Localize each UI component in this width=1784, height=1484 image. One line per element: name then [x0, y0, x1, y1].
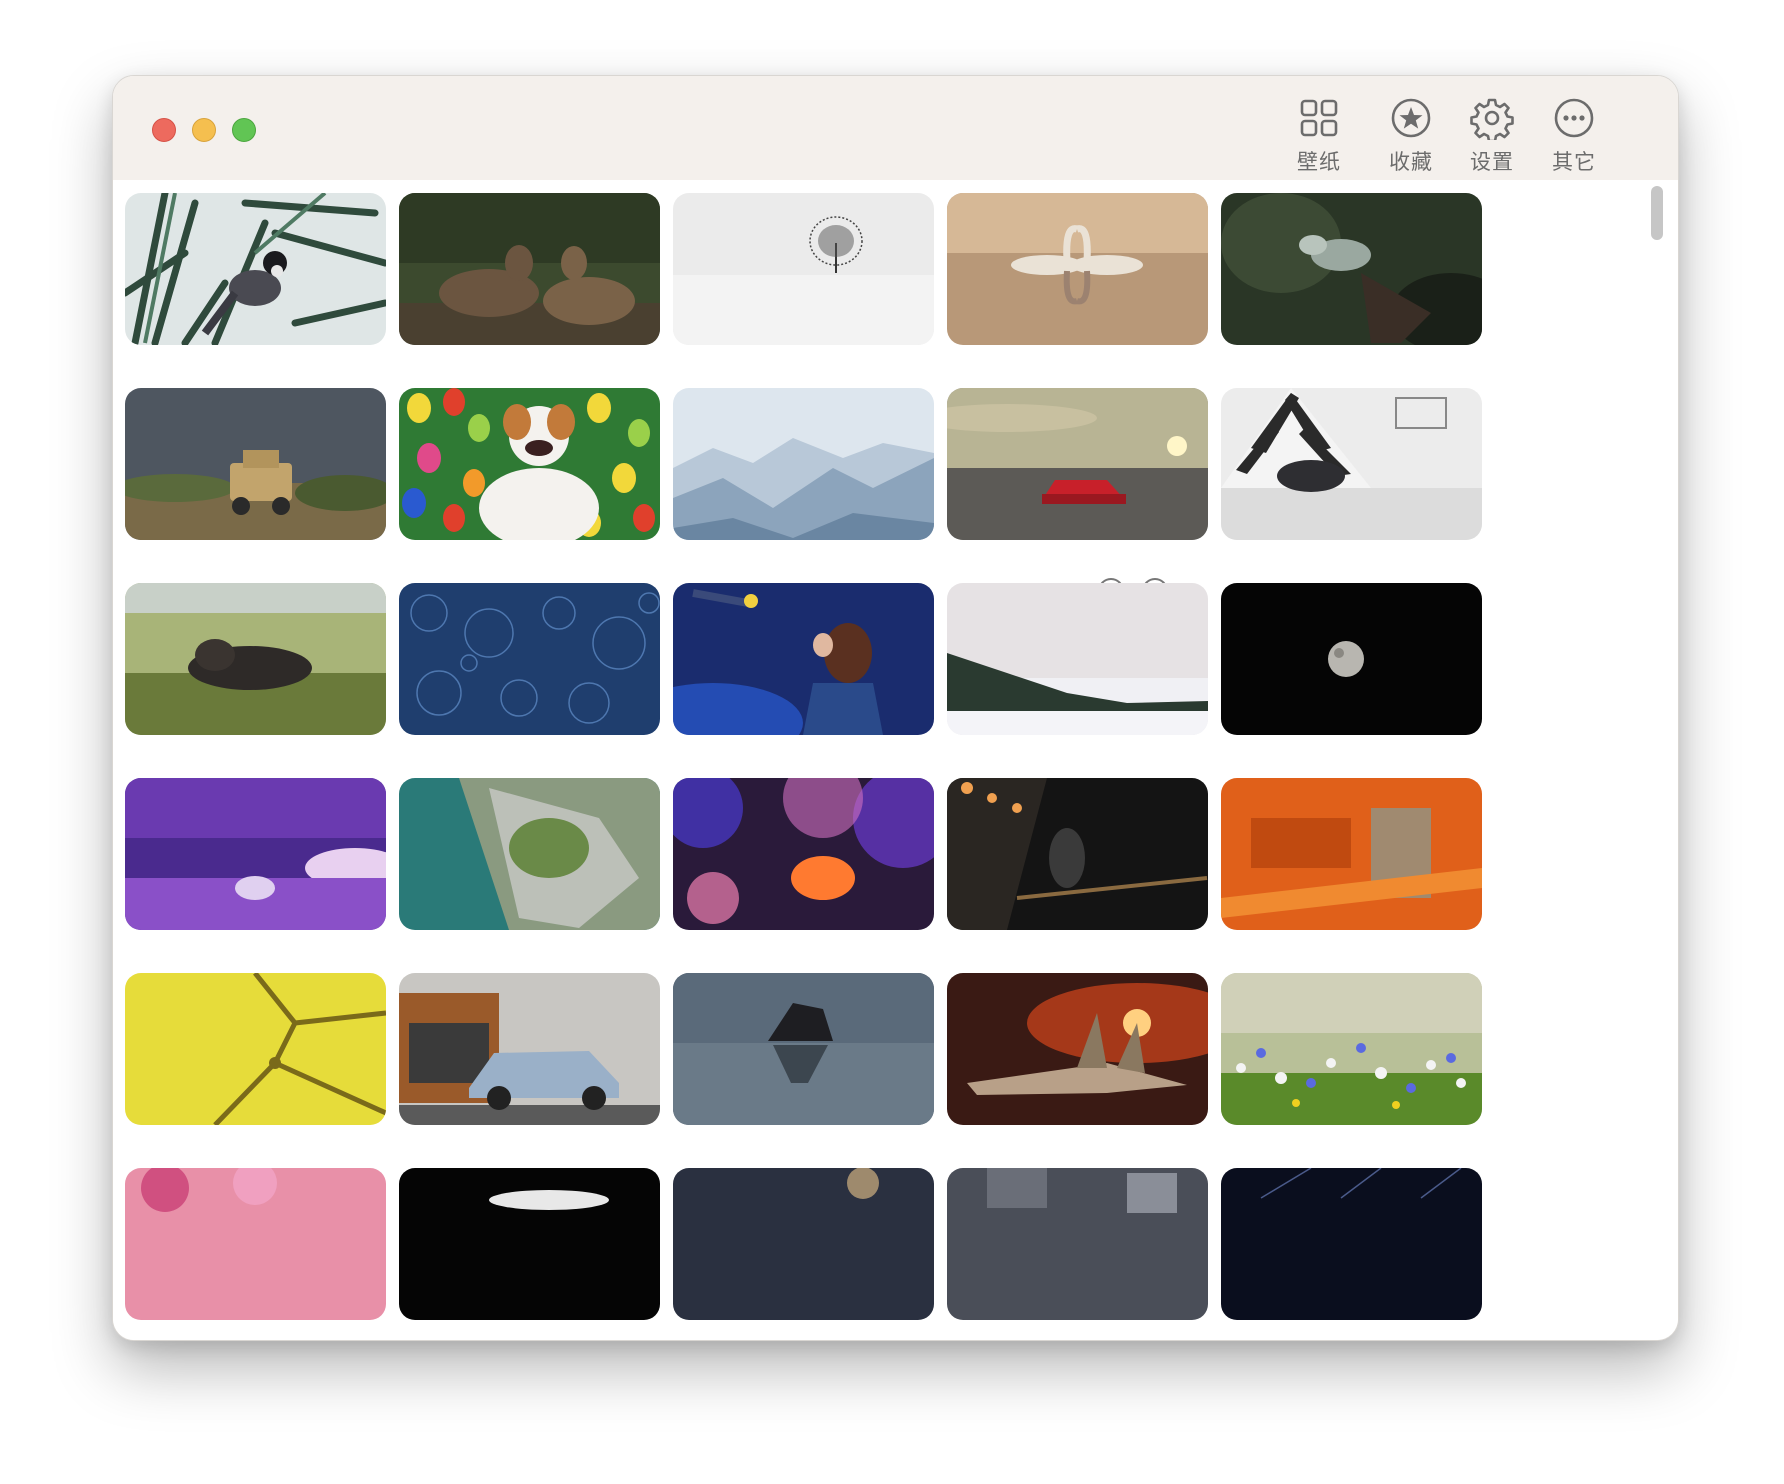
zoom-window-button[interactable] — [232, 118, 256, 142]
favorites-tab-label: 收藏 — [1389, 150, 1433, 174]
rock-photo — [673, 973, 934, 1125]
vehicle-photo — [125, 388, 386, 540]
moon-photo — [1221, 583, 1482, 735]
wallpaper-thumbnail[interactable] — [673, 193, 934, 345]
star-circle-icon — [1391, 98, 1431, 138]
wallpaper-thumbnail[interactable] — [947, 388, 1208, 540]
wallpaper-thumbnail[interactable] — [947, 973, 1208, 1125]
wallpaper-tab-button[interactable]: 壁纸 — [1281, 96, 1357, 176]
wallpaper-tab-label: 壁纸 — [1297, 150, 1341, 174]
wallpaper-thumbnail[interactable] — [1221, 583, 1482, 735]
wallpaper-thumbnail[interactable] — [125, 583, 386, 735]
tree-photo — [673, 193, 934, 345]
wallpaper-thumbnail[interactable] — [673, 583, 934, 735]
wallpaper-thumbnail[interactable] — [125, 973, 386, 1125]
coast-photo — [399, 778, 660, 930]
wallpaper-thumbnail[interactable] — [947, 1168, 1208, 1320]
wallpaper-thumbnail[interactable] — [399, 973, 660, 1125]
settings-tab-label: 设置 — [1470, 150, 1514, 174]
wallpaper-thumbnail[interactable] — [399, 388, 660, 540]
wallpaper-grid — [113, 180, 1678, 1340]
settings-tab-button[interactable]: 设置 — [1454, 96, 1530, 176]
jet-photo — [947, 973, 1208, 1125]
blur-photo — [673, 1168, 934, 1320]
grid-icon — [1300, 99, 1338, 137]
app-window: 壁纸 收藏 设置 其它 — [112, 75, 1679, 1341]
wallpaper-thumbnail[interactable] — [673, 973, 934, 1125]
title-bar: 壁纸 收藏 设置 其它 — [113, 76, 1678, 180]
wallpaper-thumbnail[interactable] — [399, 1168, 660, 1320]
wallpaper-thumbnail[interactable] — [125, 388, 386, 540]
other-tab-button[interactable]: 其它 — [1536, 96, 1612, 176]
scrollbar[interactable] — [1648, 184, 1664, 1336]
wallpaper-thumbnail[interactable] — [399, 778, 660, 930]
wallpaper-thumbnail[interactable] — [673, 388, 934, 540]
wallpaper-thumbnail[interactable] — [947, 778, 1208, 930]
girl-photo — [673, 583, 934, 735]
wallpaper-thumbnail[interactable] — [673, 1168, 934, 1320]
wallpaper-thumbnail[interactable] — [947, 583, 1208, 735]
wallpaper-thumbnail[interactable] — [947, 193, 1208, 345]
flowers-photo — [1221, 973, 1482, 1125]
cells-photo — [125, 973, 386, 1125]
stars-photo — [1221, 1168, 1482, 1320]
wallpaper-thumbnail[interactable] — [1221, 193, 1482, 345]
swans-photo — [947, 193, 1208, 345]
scrollbar-thumb[interactable] — [1651, 186, 1663, 240]
favorites-tab-button[interactable]: 收藏 — [1373, 96, 1449, 176]
deer-photo — [399, 193, 660, 345]
close-window-button[interactable] — [152, 118, 176, 142]
iguana-photo — [1221, 193, 1482, 345]
wallpaper-thumbnail[interactable] — [673, 778, 934, 930]
anime-photo — [947, 778, 1208, 930]
car-photo — [947, 388, 1208, 540]
other-tab-label: 其它 — [1552, 150, 1596, 174]
wallpaper-thumbnail[interactable] — [1221, 388, 1482, 540]
suv-photo — [399, 973, 660, 1125]
wallpaper-thumbnail[interactable] — [399, 193, 660, 345]
pink-photo — [125, 1168, 386, 1320]
more-circle-icon — [1554, 98, 1594, 138]
wallpaper-thumbnail[interactable] — [125, 193, 386, 345]
dog-tent-photo — [1221, 388, 1482, 540]
snow-photo — [947, 583, 1208, 735]
drops-photo — [399, 583, 660, 735]
mountains-photo — [673, 388, 934, 540]
seal-photo — [125, 583, 386, 735]
wallpaper-thumbnail[interactable] — [1221, 973, 1482, 1125]
wallpaper-thumbnail[interactable] — [125, 778, 386, 930]
dark-photo — [399, 1168, 660, 1320]
bird-photo — [125, 193, 386, 345]
bokeh-photo — [673, 778, 934, 930]
minimize-window-button[interactable] — [192, 118, 216, 142]
wallpaper-thumbnail[interactable] — [1221, 1168, 1482, 1320]
dog-photo — [399, 388, 660, 540]
sky-photo — [125, 778, 386, 930]
wallpaper-thumbnail[interactable] — [399, 583, 660, 735]
wallpaper-thumbnail[interactable] — [1221, 778, 1482, 930]
wallpaper-thumbnail[interactable] — [125, 1168, 386, 1320]
gear-icon — [1470, 98, 1514, 140]
paint-photo — [1221, 778, 1482, 930]
city-photo — [947, 1168, 1208, 1320]
